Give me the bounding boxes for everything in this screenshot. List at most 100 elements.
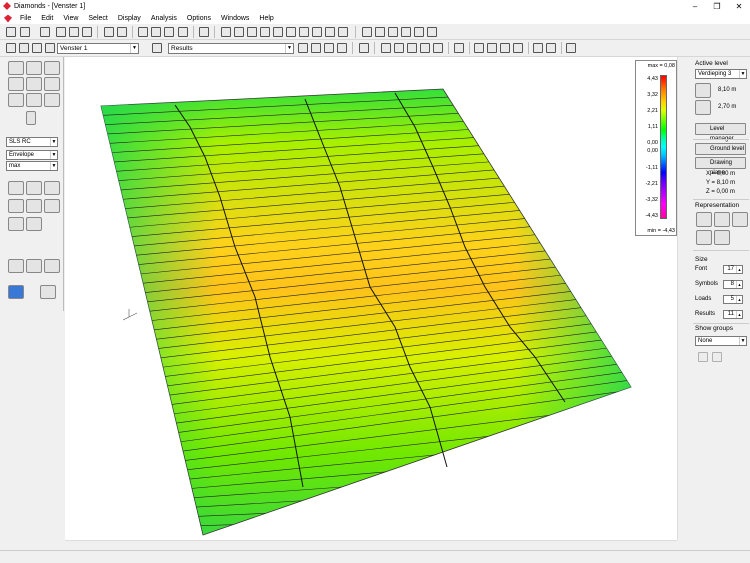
group-icon[interactable] [698,352,708,362]
undo-icon[interactable] [104,27,114,37]
representation-icon[interactable] [696,212,712,227]
window-icon[interactable] [19,43,29,53]
info-icon[interactable] [26,111,36,125]
stepper-arrows-icon[interactable]: ▲ [736,296,742,303]
load-tool-icon[interactable] [44,93,60,107]
view-icon[interactable] [286,27,296,37]
redo-icon[interactable] [117,27,127,37]
beam-tool-icon[interactable] [8,61,24,75]
menu-file[interactable]: File [15,15,36,22]
pencil-icon[interactable] [454,43,464,53]
load-tool-icon[interactable] [8,93,24,107]
menu-options[interactable]: Options [182,15,216,22]
measure-icon[interactable] [26,259,42,273]
window-icon[interactable] [32,43,42,53]
plate-tool-icon[interactable] [44,61,60,75]
select-icon[interactable] [359,43,369,53]
drawing-plane-button[interactable]: Drawing plane [695,157,746,176]
view-select[interactable]: Venster 1 ▼ [57,43,139,54]
loads-size-stepper[interactable]: 5 ▲ [723,295,743,304]
display-icon[interactable] [513,43,523,53]
section-icon[interactable] [199,27,209,37]
level-down-icon[interactable] [695,100,711,115]
view-icon[interactable] [260,27,270,37]
delete-icon[interactable] [44,259,60,273]
save-icon[interactable] [40,27,50,37]
stepper-arrows-icon[interactable]: ▲ [736,281,742,288]
print-preview-icon[interactable] [56,27,66,37]
results-size-stepper[interactable]: 11 ▲ [723,310,743,319]
pointer-icon[interactable] [8,259,24,273]
result-view-icon[interactable] [8,199,24,213]
minimize-button[interactable]: – [684,0,706,13]
grid-icon[interactable] [178,27,188,37]
representation-icon[interactable] [714,212,730,227]
view-icon[interactable] [247,27,257,37]
align-icon[interactable] [427,27,437,37]
zoom-out-icon[interactable] [407,43,417,53]
close-button[interactable]: ✕ [728,0,750,13]
representation-icon[interactable] [714,230,730,245]
group-icon[interactable] [712,352,722,362]
window-icon[interactable] [6,43,16,53]
maximize-button[interactable]: ❐ [706,0,728,13]
envelope-select[interactable]: Envelope ▼ [6,150,58,160]
menu-windows[interactable]: Windows [216,15,254,22]
result-icon[interactable] [337,43,347,53]
level-manager-button[interactable]: Level manager [695,123,746,142]
show-groups-select[interactable]: None ▼ [695,336,747,346]
result-view-icon[interactable] [8,181,24,195]
representation-icon[interactable] [732,212,748,227]
representation-icon[interactable] [696,230,712,245]
menu-analysis[interactable]: Analysis [146,15,182,22]
view-icon[interactable] [325,27,335,37]
result-icon[interactable] [324,43,334,53]
view-icon[interactable] [221,27,231,37]
support-tool-icon[interactable] [44,77,60,91]
print-icon[interactable] [69,27,79,37]
result-view-icon[interactable] [26,199,42,213]
column-tool-icon[interactable] [26,61,42,75]
view-icon[interactable] [273,27,283,37]
stepper-arrows-icon[interactable]: ▲ [736,266,742,273]
view-icon[interactable] [338,27,348,37]
result-view-icon[interactable] [26,181,42,195]
result-view-icon[interactable] [8,217,24,231]
view-icon[interactable] [234,27,244,37]
max-select[interactable]: max ▼ [6,161,58,171]
ground-level-button[interactable]: Ground level [695,143,746,155]
result-view-icon[interactable] [26,217,42,231]
document-icon[interactable] [4,14,12,23]
font-size-stepper[interactable]: 17 ▲ [723,265,743,274]
zoom-in-icon[interactable] [420,43,430,53]
export-icon[interactable] [566,43,576,53]
properties-icon[interactable] [152,43,162,53]
stepper-arrows-icon[interactable]: ▲ [736,311,742,318]
display-icon[interactable] [474,43,484,53]
level-up-icon[interactable] [695,83,711,98]
align-icon[interactable] [362,27,372,37]
window-icon[interactable] [45,43,55,53]
display-icon[interactable] [487,43,497,53]
report-icon[interactable] [82,27,92,37]
align-icon[interactable] [414,27,424,37]
view-icon[interactable] [312,27,322,37]
menu-select[interactable]: Select [83,15,112,22]
new-file-icon[interactable] [6,27,16,37]
rotate-icon[interactable] [381,43,391,53]
results-select[interactable]: Results ▼ [168,43,294,54]
vertical-scrollbar[interactable] [677,57,687,540]
display-icon[interactable] [500,43,510,53]
zoom-fit-icon[interactable] [433,43,443,53]
menu-edit[interactable]: Edit [36,15,58,22]
view-icon[interactable] [299,27,309,37]
active-level-select[interactable]: Verdieping 3 ▼ [695,69,747,79]
menu-help[interactable]: Help [254,15,278,22]
horizontal-scrollbar[interactable] [65,540,677,550]
pan-hand-icon[interactable] [394,43,404,53]
sls-select[interactable]: SLS RC ▼ [6,137,58,147]
model-viewport[interactable] [65,57,677,540]
result-icon[interactable] [298,43,308,53]
grid-icon[interactable] [138,27,148,37]
grid-icon[interactable] [164,27,174,37]
